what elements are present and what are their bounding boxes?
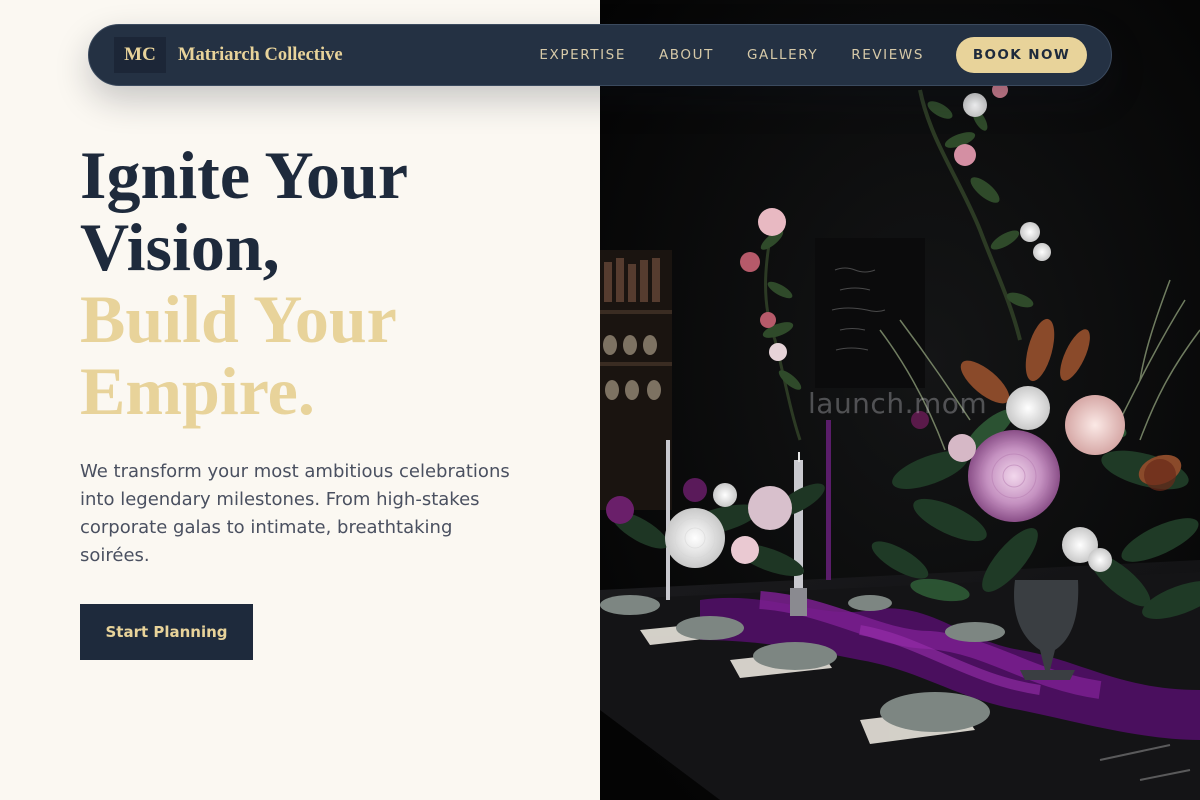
nav-link-gallery[interactable]: GALLERY [747,47,818,63]
book-now-button[interactable]: BOOK NOW [956,37,1087,73]
nav-link-about[interactable]: ABOUT [659,47,714,63]
nav-link-expertise[interactable]: EXPERTISE [539,47,626,63]
hero-headline: Ignite Your Vision, Build Your Empire. [80,139,580,427]
hero-section: Ignite Your Vision, Build Your Empire. W… [80,139,580,570]
nav-links: EXPERTISE ABOUT GALLERY REVIEWS [539,47,956,63]
hero-photo: launch.mom [600,0,1200,800]
headline-line-1: Ignite Your [80,137,409,213]
watermark-text: launch.mom [808,387,988,420]
start-planning-button[interactable]: Start Planning [80,604,253,660]
headline-line-3: Build Your [80,281,397,357]
nav-link-reviews[interactable]: REVIEWS [851,47,924,63]
brand-name[interactable]: Matriarch Collective [178,45,343,66]
hero-description: We transform your most ambitious celebra… [80,461,510,566]
headline-line-2: Vision, [80,209,280,285]
main-navbar: MC Matriarch Collective EXPERTISE ABOUT … [88,24,1112,86]
logo-mark[interactable]: MC [114,37,166,73]
headline-line-4: Empire. [80,353,315,429]
